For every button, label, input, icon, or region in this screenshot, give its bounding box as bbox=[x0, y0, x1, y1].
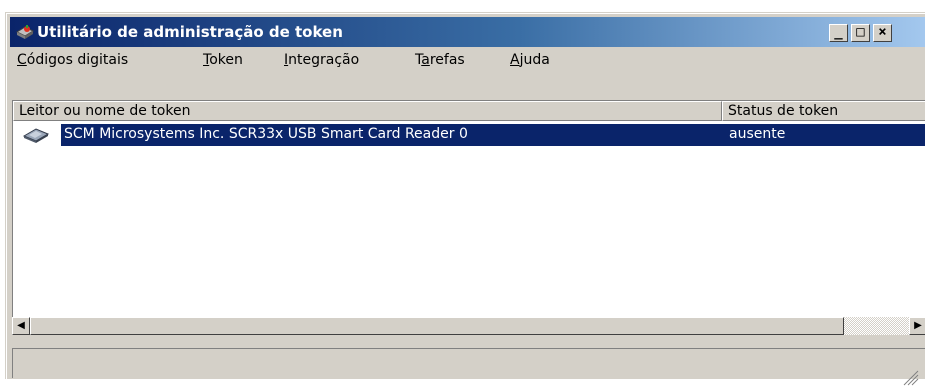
column-header-status[interactable]: Status de token bbox=[722, 101, 925, 121]
app-window: Utilitário de administração de token _ □… bbox=[5, 12, 925, 386]
card-reader-icon bbox=[23, 128, 49, 143]
list-header: Leitor ou nome de token Status de token bbox=[13, 101, 925, 121]
scroll-right-button[interactable]: ▶ bbox=[909, 317, 925, 335]
menu-ajuda[interactable]: Ajuda bbox=[510, 52, 550, 68]
menu-tarefas[interactable]: Tarefas bbox=[415, 52, 465, 68]
scroll-track[interactable] bbox=[844, 317, 909, 335]
token-utility-icon bbox=[15, 25, 35, 39]
list-item[interactable]: SCM Microsystems Inc. SCR33x USB Smart C… bbox=[13, 124, 925, 146]
column-header-reader[interactable]: Leitor ou nome de token bbox=[13, 101, 722, 121]
minimize-button[interactable]: _ bbox=[829, 24, 848, 42]
token-status-cell: ausente bbox=[729, 126, 786, 142]
window-title: Utilitário de administração de token bbox=[37, 23, 343, 41]
menu-integracao[interactable]: Integração bbox=[284, 52, 359, 68]
close-button[interactable]: × bbox=[873, 24, 892, 42]
status-bar bbox=[12, 348, 925, 378]
scroll-left-button[interactable]: ◀ bbox=[12, 317, 30, 335]
maximize-button[interactable]: □ bbox=[851, 24, 870, 42]
token-name-cell: SCM Microsystems Inc. SCR33x USB Smart C… bbox=[64, 126, 468, 142]
menu-codigos-digitais[interactable]: Códigos digitais bbox=[17, 52, 128, 68]
token-list[interactable]: Leitor ou nome de token Status de token … bbox=[12, 100, 925, 325]
menu-bar: Códigos digitais Token Integração Tarefa… bbox=[12, 50, 925, 74]
horizontal-scrollbar[interactable]: ◀ ▶ bbox=[12, 317, 925, 335]
scroll-thumb[interactable] bbox=[30, 317, 844, 335]
size-grip-icon[interactable] bbox=[901, 368, 919, 386]
title-bar[interactable]: Utilitário de administração de token _ □… bbox=[10, 17, 925, 47]
menu-token[interactable]: Token bbox=[203, 52, 243, 68]
